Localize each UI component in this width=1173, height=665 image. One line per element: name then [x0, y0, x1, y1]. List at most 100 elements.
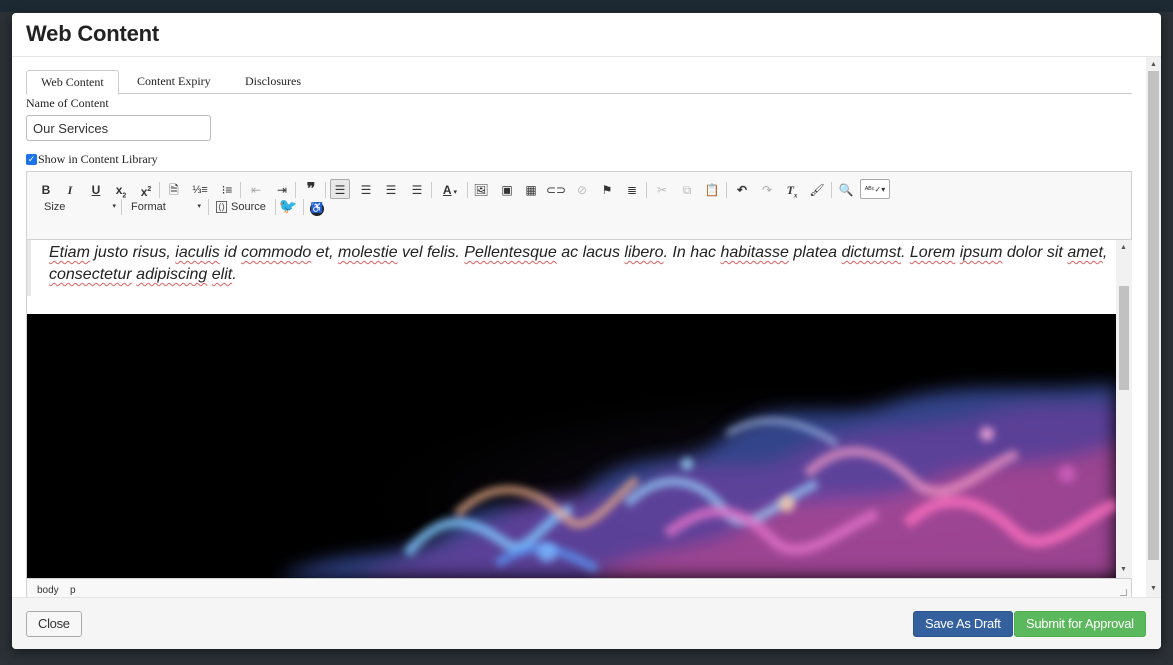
misspelled-word: elit [211, 266, 233, 283]
show-in-library-checkbox[interactable]: ✓ [26, 154, 37, 165]
modal-scrollbar[interactable]: ▲ ▼ [1146, 57, 1161, 597]
toolbar-separator [646, 182, 647, 198]
web-content-modal: Web Content Web Content Content Expiry D… [12, 13, 1161, 649]
misspelled-word: iaculis [175, 244, 220, 261]
toolbar-separator [303, 199, 304, 215]
toolbar-separator [208, 199, 209, 215]
toolbar-separator [121, 199, 122, 215]
format-painter-icon[interactable]: 🖌 [807, 180, 827, 200]
spellcheck-icon[interactable]: ᴬᴮᶜ✓▾ [860, 179, 890, 199]
misspelled-word: amet [1067, 244, 1103, 261]
editor-statusbar: body p [27, 578, 1131, 597]
toolbar-separator [726, 182, 727, 198]
scroll-down-icon[interactable]: ▼ [1150, 585, 1157, 592]
accessibility-icon[interactable]: ♿ [307, 197, 327, 217]
image-icon[interactable]: 🖼 [471, 180, 491, 200]
save-as-draft-button[interactable]: Save As Draft [913, 611, 1013, 637]
paragraph-text: justo risus, [89, 244, 176, 261]
misspelled-word: libero [624, 244, 664, 261]
rich-text-editor: B I U x2 x2 🗎 ⅓≡ ⁝≡ ⇤ ⇥ ❞ ☰ ☰ ☰ ☰ A ▾ 🖼 … [26, 171, 1132, 597]
editor-scrollbar-thumb[interactable] [1119, 286, 1129, 390]
align-justify-icon[interactable]: ☰ [407, 180, 427, 200]
toolbar-separator [275, 199, 276, 215]
paragraph-text: et, [311, 244, 339, 261]
modal-body: Web Content Content Expiry Disclosures N… [12, 57, 1161, 597]
undo-icon[interactable]: ↶ [732, 180, 752, 200]
source-button[interactable]: ⟨⟩ Source [216, 197, 271, 217]
tab-disclosures[interactable]: Disclosures [231, 70, 315, 94]
align-left-icon[interactable]: ☰ [330, 179, 350, 199]
link-icon[interactable]: ⊂⊃ [546, 180, 566, 200]
redo-icon[interactable]: ↷ [757, 180, 777, 200]
misspelled-word: dictumst [841, 244, 902, 261]
hero-image[interactable] [27, 314, 1116, 578]
paragraph-text: . In hac [663, 244, 721, 261]
toolbar-separator [831, 182, 832, 198]
resize-handle-icon[interactable] [1120, 589, 1127, 596]
toolbar-separator [325, 182, 326, 198]
text-color-icon[interactable]: A ▾ [436, 180, 464, 200]
misspelled-word: ipsum [959, 244, 1003, 261]
modal-footer: Close Save As Draft Submit for Approval [12, 597, 1161, 649]
remove-format-icon[interactable]: Tx [782, 180, 802, 200]
element-path-p[interactable]: p [70, 585, 76, 596]
scroll-down-icon[interactable]: ▼ [1120, 566, 1127, 573]
hero-abstract-art [27, 314, 1116, 578]
toolbar-separator [431, 182, 432, 198]
find-icon[interactable]: 🔍 [836, 180, 856, 200]
toolbar-separator [159, 182, 160, 198]
show-in-library-label: Show in Content Library [38, 152, 158, 166]
paragraph-text: dolor sit [1002, 244, 1068, 261]
modal-title: Web Content [26, 21, 160, 46]
cut-icon[interactable]: ✂ [652, 180, 672, 200]
align-right-icon[interactable]: ☰ [381, 180, 401, 200]
submit-for-approval-button[interactable]: Submit for Approval [1014, 611, 1146, 637]
paragraph-text: ac lacus [556, 244, 625, 261]
editor-paragraph[interactable]: Etiam justo risus, iaculis id commodo et… [49, 242, 1109, 286]
tab-content-expiry[interactable]: Content Expiry [123, 70, 225, 94]
editor-content-area[interactable]: Etiam justo risus, iaculis id commodo et… [27, 240, 1116, 578]
misspelled-word: molestie [338, 244, 398, 261]
tab-web-content[interactable]: Web Content [26, 70, 119, 95]
misspelled-word: Etiam [49, 244, 90, 261]
name-of-content-label: Name of Content [26, 96, 109, 110]
toolbar-separator [295, 182, 296, 198]
misspelled-word: Pellentesque [464, 244, 557, 261]
misspelled-word: commodo [241, 244, 312, 261]
paste-icon[interactable]: 📋 [702, 180, 722, 200]
paragraph-text: . [901, 244, 910, 261]
misspelled-word: habitasse [720, 244, 789, 261]
align-center-icon[interactable]: ☰ [356, 180, 376, 200]
tab-bar: Web Content Content Expiry Disclosures [26, 70, 1132, 95]
scroll-up-icon[interactable]: ▲ [1150, 61, 1157, 68]
modal-scrollbar-thumb[interactable] [1148, 71, 1159, 560]
toolbar-separator [467, 182, 468, 198]
source-icon: ⟨⟩ [216, 201, 228, 213]
format-dropdown[interactable]: Format ▾ [131, 197, 201, 217]
horizontal-rule-icon[interactable]: ≣ [622, 180, 642, 200]
editor-gutter [27, 240, 31, 296]
close-button[interactable]: Close [26, 611, 82, 637]
paragraph-text: vel felis. [397, 244, 465, 261]
element-path-body[interactable]: body [37, 585, 59, 596]
misspelled-word: consectetur [49, 266, 132, 283]
editor-scrollbar[interactable]: ▲ ▼ [1116, 240, 1132, 578]
name-of-content-input[interactable] [26, 115, 211, 141]
paragraph-text: platea [788, 244, 842, 261]
paragraph-text: . [232, 266, 237, 283]
misspelled-word: adipiscing [136, 266, 208, 283]
modal-header: Web Content [12, 13, 1161, 57]
flash-icon[interactable]: ▣ [497, 180, 517, 200]
size-dropdown[interactable]: Size ▾ [44, 197, 116, 217]
twitter-icon[interactable]: 🐦 [278, 197, 298, 217]
paragraph-text: id [219, 244, 242, 261]
unlink-icon[interactable]: ⊘ [572, 180, 592, 200]
toolbar-separator [240, 182, 241, 198]
scroll-up-icon[interactable]: ▲ [1120, 244, 1127, 251]
show-in-library-row: ✓ Show in Content Library [26, 152, 158, 167]
paragraph-text: , [1102, 244, 1108, 261]
copy-icon[interactable]: ⧉ [677, 180, 697, 200]
anchor-flag-icon[interactable]: ⚑ [597, 180, 617, 200]
table-icon[interactable]: ▦ [521, 180, 541, 200]
editor-toolbar: B I U x2 x2 🗎 ⅓≡ ⁝≡ ⇤ ⇥ ❞ ☰ ☰ ☰ ☰ A ▾ 🖼 … [27, 172, 1131, 240]
